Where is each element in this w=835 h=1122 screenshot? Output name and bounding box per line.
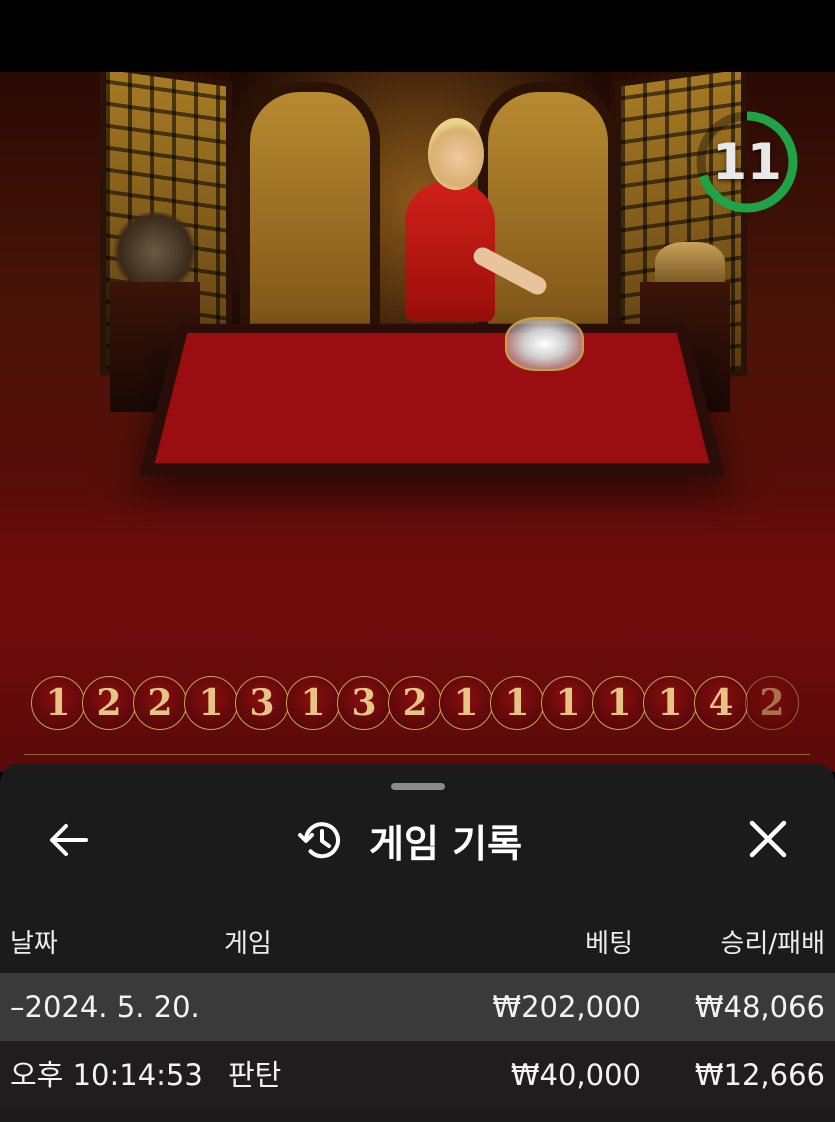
back-arrow-icon <box>50 824 88 856</box>
left-arch-door <box>240 82 380 362</box>
result-ball: 4 <box>694 676 748 730</box>
close-button[interactable] <box>742 813 794 865</box>
result-ball: 1 <box>592 676 646 730</box>
result-ball: 1 <box>286 676 340 730</box>
column-header-win-loss: 승리/패배 <box>720 929 825 959</box>
result-ball: 1 <box>184 676 238 730</box>
date-group-row[interactable]: –2024. 5. 20. ₩202,000 ₩48,066 <box>0 973 835 1041</box>
dealer-head <box>428 118 484 190</box>
bet-total-cell: ₩202,000 <box>492 990 641 1024</box>
bonsai-plant <box>110 212 200 292</box>
bead-bowl <box>505 317 584 371</box>
timer-value: 11 <box>712 133 782 191</box>
date-cell: –2024. 5. 20. <box>10 990 200 1024</box>
result-ball: 2 <box>388 676 442 730</box>
status-bar <box>0 0 835 72</box>
drag-handle[interactable] <box>391 783 445 790</box>
result-ball: 1 <box>490 676 544 730</box>
result-ball: 2 <box>745 676 799 730</box>
close-icon <box>749 820 787 858</box>
result-ball: 3 <box>235 676 289 730</box>
game-table <box>138 323 726 476</box>
panel-title: 게임 기록 <box>369 821 523 866</box>
results-history-strip: 122131321111142 <box>31 676 821 732</box>
win-loss-cell: ₩12,666 <box>694 1058 825 1092</box>
panel-header: 게임 기록 <box>297 810 522 870</box>
result-ball: 2 <box>133 676 187 730</box>
game-history-panel: 게임 기록 날짜 게임 베팅 승리/패배 –2024. 5. 20. ₩202,… <box>0 763 835 1122</box>
back-button[interactable] <box>44 815 94 865</box>
column-header-bet: 베팅 <box>585 929 633 959</box>
result-ball: 1 <box>643 676 697 730</box>
bet-cell: ₩40,000 <box>510 1058 641 1092</box>
game-name-cell: 판탄 <box>228 1058 282 1092</box>
time-cell: 오후 10:14:53 <box>10 1058 203 1092</box>
result-ball: 3 <box>337 676 391 730</box>
result-ball: 1 <box>31 676 85 730</box>
result-ball: 1 <box>541 676 595 730</box>
result-ball: 2 <box>82 676 136 730</box>
column-header-date: 날짜 <box>10 929 58 959</box>
result-ball: 1 <box>439 676 493 730</box>
column-header-game: 게임 <box>224 929 272 959</box>
game-record-row[interactable]: 오후 10:14:53 판탄 ₩40,000 ₩12,666 <box>0 1041 835 1109</box>
win-loss-total-cell: ₩48,066 <box>694 990 825 1024</box>
history-icon <box>298 822 340 859</box>
countdown-timer: 11 <box>693 108 801 216</box>
